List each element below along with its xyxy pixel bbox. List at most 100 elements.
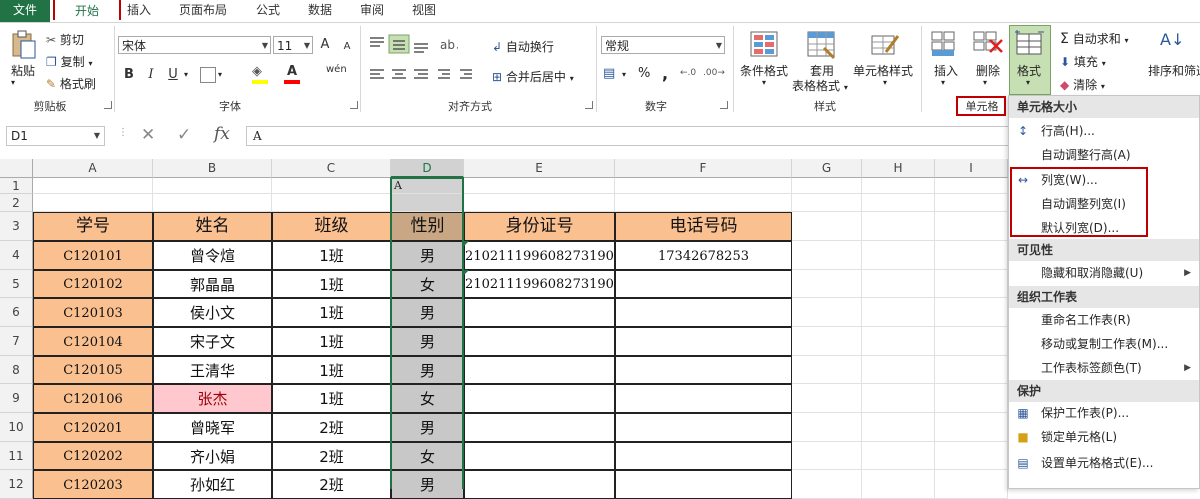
table-cell[interactable]: 1班 [272,298,391,327]
cell[interactable] [935,194,1008,212]
table-cell[interactable] [615,413,792,442]
font-size-select[interactable]: 11 ▼ [273,36,313,54]
cell[interactable] [862,384,935,413]
percent-button[interactable]: % [638,66,650,81]
format-as-table-icon[interactable] [806,30,838,60]
increase-decimal-icon[interactable]: ←.0 [680,68,696,78]
table-cell[interactable] [464,384,615,413]
menu-item-hide-unhide[interactable]: 隐藏和取消隐藏(U) ▶ [1009,261,1199,285]
table-cell[interactable]: C120201 [33,413,153,442]
cell[interactable] [792,442,862,470]
table-cell[interactable]: 1班 [272,384,391,413]
cell[interactable] [862,212,935,241]
table-cell[interactable]: C120103 [33,298,153,327]
row-header-6[interactable]: 6 [0,298,33,327]
cell[interactable] [792,470,862,499]
merge-center-button[interactable]: ⊞ 合并后居中 ▾ [492,68,574,85]
underline-button[interactable]: U [164,66,182,84]
row-header-4[interactable]: 4 [0,241,33,270]
table-cell[interactable]: C120102 [33,270,153,298]
cell[interactable] [935,212,1008,241]
tab-view[interactable]: 视图 [412,0,436,22]
tab-file[interactable]: 文件 [0,0,50,22]
row-header-10[interactable]: 10 [0,413,33,442]
sort-filter-icon[interactable]: A↓ [1160,30,1184,49]
tab-data[interactable]: 数据 [308,0,332,22]
table-cell[interactable]: 210211199608273190 [464,270,615,298]
cell[interactable] [935,270,1008,298]
menu-item-move-copy[interactable]: 移动或复制工作表(M)... [1009,332,1199,356]
table-cell[interactable] [615,298,792,327]
borders-icon[interactable] [200,67,216,83]
cell-styles-dropdown-icon[interactable]: ▾ [883,78,887,87]
table-cell[interactable]: 2班 [272,470,391,499]
clipboard-launcher-icon[interactable] [104,101,112,109]
select-all-corner[interactable] [0,159,33,178]
table-cell[interactable]: 曾晓军 [153,413,272,442]
menu-item-protect-sheet[interactable]: ▦ 保护工作表(P)... [1009,401,1199,425]
cell[interactable] [935,298,1008,327]
cell[interactable] [792,327,862,356]
format-painter-button[interactable]: ✎ 格式刷 [46,75,96,92]
fill-color-button[interactable]: ◈ [252,64,270,84]
table-cell[interactable] [615,384,792,413]
table-cell[interactable]: 2班 [272,413,391,442]
cell[interactable] [792,298,862,327]
table-header-cell[interactable]: 学号 [33,212,153,241]
delete-cells-label[interactable]: 删除 [976,62,1000,79]
table-cell[interactable]: 1班 [272,327,391,356]
cell[interactable] [272,178,391,194]
currency-icon[interactable]: ▤ [603,66,615,81]
cut-button[interactable]: ✂ 剪切 [46,31,84,48]
cell[interactable] [792,270,862,298]
table-cell[interactable] [615,356,792,384]
confirm-entry-button[interactable]: ✓ [177,125,191,145]
table-cell[interactable] [615,270,792,298]
table-cell[interactable]: C120202 [33,442,153,470]
table-cell[interactable] [464,413,615,442]
table-cell[interactable]: C120101 [33,241,153,270]
cell[interactable] [615,194,792,212]
table-header-cell[interactable]: 身份证号 [464,212,615,241]
paste-button[interactable] [10,30,38,60]
cell[interactable] [862,413,935,442]
cell[interactable] [792,178,862,194]
insert-cells-dropdown-icon[interactable]: ▾ [941,78,945,87]
italic-button[interactable]: I [142,66,160,84]
tab-page-layout[interactable]: 页面布局 [179,0,227,22]
row-header-2[interactable]: 2 [0,194,33,212]
table-cell[interactable]: 17342678253 [615,241,792,270]
cell[interactable] [935,241,1008,270]
table-cell[interactable] [464,327,615,356]
row-header-8[interactable]: 8 [0,356,33,384]
cell[interactable] [935,384,1008,413]
table-cell[interactable]: C120106 [33,384,153,413]
table-cell[interactable]: 侯小文 [153,298,272,327]
cell[interactable] [33,178,153,194]
conditional-format-icon[interactable] [749,30,781,60]
cell[interactable] [862,178,935,194]
table-cell[interactable] [464,442,615,470]
table-cell[interactable]: 宋子文 [153,327,272,356]
cell[interactable] [792,241,862,270]
cancel-entry-button[interactable]: ✕ [141,125,155,145]
format-as-table-label-2[interactable]: 表格格式 ▾ [792,77,848,94]
cell[interactable] [862,241,935,270]
insert-cells-icon[interactable] [930,30,962,60]
table-cell[interactable] [615,470,792,499]
cell[interactable] [272,194,391,212]
insert-cells-label[interactable]: 插入 [934,62,958,79]
wrap-text-button[interactable]: ↲ 自动换行 [492,38,554,55]
cell[interactable] [862,298,935,327]
column-header-c[interactable]: C [272,159,391,178]
table-cell[interactable] [615,442,792,470]
borders-dropdown-icon[interactable]: ▾ [218,70,222,79]
cell[interactable] [862,327,935,356]
table-cell[interactable]: 孙如红 [153,470,272,499]
table-header-cell[interactable]: 姓名 [153,212,272,241]
table-cell[interactable]: 1班 [272,356,391,384]
table-cell[interactable]: 210211199608273190 [464,241,615,270]
copy-button[interactable]: ❐ 复制 ▾ [46,53,92,70]
menu-item-format-cells[interactable]: ▤ 设置单元格格式(E)... [1009,451,1199,475]
table-cell[interactable] [615,327,792,356]
